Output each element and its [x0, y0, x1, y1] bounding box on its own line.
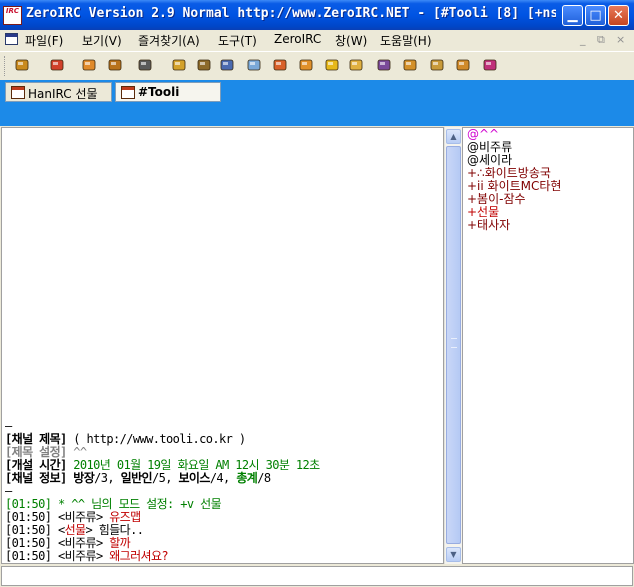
chat-text: 할까 — [109, 536, 131, 550]
chat-text: 2010년 01월 19일 화요일 AM 12시 30분 12초 — [73, 458, 320, 472]
chat-text: – — [5, 484, 12, 498]
chat-scrollbar[interactable]: ▲ ▼ — [444, 127, 462, 564]
tab-label: HanIRC 선물 — [28, 87, 98, 101]
chat-text: /8 — [257, 471, 271, 485]
chat-text: 보이스 — [178, 471, 210, 485]
about-icon[interactable] — [482, 57, 498, 73]
window-title: ZeroIRC Version 2.9 Normal http://www.Ze… — [26, 6, 556, 21]
options-icon[interactable] — [171, 57, 187, 73]
toolbar — [0, 51, 634, 80]
tile-horizontal-icon[interactable] — [429, 57, 445, 73]
chat-line: [채널 정보] 방장/3, 일반인/5, 보이스/4, 총계/8 — [5, 471, 271, 485]
chat-text: 일반인 — [120, 471, 153, 485]
chat-text: 왜그러셔요? — [109, 549, 169, 563]
channel-tab-bar: HanIRC 선물 #Tooli — [0, 80, 634, 104]
timer-icon[interactable] — [196, 57, 212, 73]
mdi-minimize-button[interactable]: _ — [580, 33, 586, 46]
menu-bar: 파일(F) 보기(V) 즐겨찾기(A) 도구(T) ZeroIRC 창(W) 도움말(H) … — [0, 30, 634, 50]
chat-text: > — [95, 549, 110, 563]
menu-item[interactable]: 도구(T) — [218, 32, 257, 49]
chat-text: [01:50] < — [5, 549, 65, 563]
message-input[interactable] — [2, 567, 632, 585]
chat-text: ^^ — [73, 445, 87, 459]
scroll-thumb-grip — [451, 338, 457, 348]
chat-text: 선물 — [64, 523, 86, 537]
menu-item[interactable]: ZeroIRC — [274, 32, 321, 46]
chat-text: [01:50] < — [5, 536, 65, 550]
cascade-icon[interactable] — [455, 57, 471, 73]
notify-icon[interactable] — [324, 57, 340, 73]
chat-text: [채널 제목] — [5, 432, 74, 446]
favorites-icon[interactable] — [81, 57, 97, 73]
nick-list[interactable]: @^^ @비주류 @세이라 +∴화이트방송국 +ii 화이트MC타현 +봄이-잠수 +선물 +… — [462, 127, 634, 564]
chat-text: 비주류 — [64, 549, 97, 563]
close-icon: ✕ — [613, 8, 624, 23]
color-icon[interactable] — [402, 57, 418, 73]
scroll-thumb[interactable] — [446, 146, 461, 544]
log-icon[interactable] — [246, 57, 262, 73]
chat-text: [01:50] < — [5, 510, 65, 524]
maximize-button[interactable]: □ — [585, 5, 606, 26]
channel-header-strip — [0, 104, 634, 126]
disconnect-icon[interactable] — [49, 57, 65, 73]
chat-text: /5, — [151, 471, 179, 485]
chat-text: /4, — [209, 471, 237, 485]
mdi-close-button[interactable]: × — [616, 33, 625, 46]
mdi-restore-button[interactable]: ⧉ — [597, 33, 605, 47]
chat-log[interactable]: – [채널 제목] ( http://www.tooli.co.kr ) [제목 설… — [1, 127, 444, 564]
chat-text: ( http://www.tooli.co.kr ) — [73, 432, 246, 446]
chat-text: 유즈맵 — [109, 510, 141, 524]
folder-icon[interactable] — [348, 57, 364, 73]
chat-text: – — [5, 419, 12, 433]
scroll-up-button[interactable]: ▲ — [446, 129, 461, 144]
away-icon[interactable] — [376, 57, 392, 73]
message-input-container — [1, 566, 633, 586]
maximize-icon: □ — [589, 8, 602, 23]
edit-icon[interactable] — [137, 57, 153, 73]
chat-text: 방장 — [73, 471, 95, 485]
chat-text: [제목 설정] — [5, 445, 74, 459]
chat-text: /3, — [94, 471, 121, 485]
chat-text: > — [95, 510, 110, 524]
chat-text: [채널 정보] — [5, 471, 74, 485]
tab-hanirc[interactable]: HanIRC 선물 — [5, 82, 112, 102]
chat-text: 총계 — [236, 471, 258, 485]
zeroirc-logo-icon[interactable]: IRC — [3, 6, 22, 25]
chat-text: 비주류 — [64, 510, 97, 524]
chat-text: > — [95, 536, 110, 550]
minimize-button[interactable]: ▁ — [562, 5, 583, 26]
scroll-up-icon: ▲ — [450, 132, 457, 141]
menu-item[interactable]: 보기(V) — [82, 32, 122, 49]
dcc-send-icon[interactable] — [272, 57, 288, 73]
chat-text: [01:50] < — [5, 523, 65, 537]
tab-tooli[interactable]: #Tooli — [115, 82, 221, 102]
chat-text: > 힘들다.. — [85, 523, 144, 537]
menu-item[interactable]: 파일(F) — [25, 32, 63, 49]
nick-item[interactable]: +태사자 — [467, 219, 510, 232]
channel-window-icon — [121, 86, 135, 99]
scroll-down-button[interactable]: ▼ — [446, 547, 461, 562]
close-button[interactable]: ✕ — [608, 5, 629, 26]
minimize-icon: ▁ — [567, 8, 578, 23]
chat-text: [개설 시간] — [5, 458, 74, 472]
connect-icon[interactable] — [14, 57, 30, 73]
chat-text: [01:50] * ^^ 님의 모드 설정: +v 선물 — [5, 497, 222, 511]
chat-line: [01:50] <비주류> 왜그러셔요? — [5, 549, 169, 563]
dcc-chat-icon[interactable] — [298, 57, 314, 73]
menu-item[interactable]: 도움말(H) — [380, 32, 432, 49]
join-icon[interactable] — [107, 57, 123, 73]
menu-item[interactable]: 창(W) — [335, 32, 367, 49]
chat-text: 비주류 — [64, 536, 97, 550]
mdi-system-icon[interactable] — [5, 33, 18, 45]
scroll-down-icon: ▼ — [450, 550, 457, 559]
tab-label: #Tooli — [138, 85, 180, 99]
server-window-icon — [11, 86, 25, 99]
toolbar-grip[interactable] — [4, 56, 8, 76]
copy-icon[interactable] — [219, 57, 235, 73]
title-bar[interactable]: IRC ZeroIRC Version 2.9 Normal http://ww… — [0, 0, 634, 30]
menu-item[interactable]: 즐겨찾기(A) — [138, 32, 200, 49]
